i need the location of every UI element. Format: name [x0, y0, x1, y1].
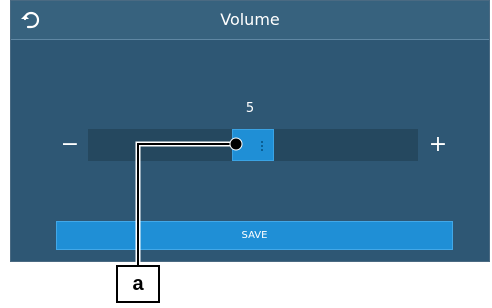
- volume-screen: Volume 5 − + SAVE: [10, 0, 490, 262]
- page-title: Volume: [220, 10, 280, 29]
- decrease-button[interactable]: −: [55, 131, 85, 161]
- save-button[interactable]: SAVE: [56, 221, 453, 250]
- volume-value: 5: [245, 101, 255, 116]
- volume-slider-thumb[interactable]: [232, 129, 274, 161]
- increase-button[interactable]: +: [423, 131, 453, 161]
- thumb-grip-icon: [261, 141, 263, 151]
- annotation-label-a: a: [116, 265, 160, 303]
- header-bar: Volume: [11, 1, 489, 40]
